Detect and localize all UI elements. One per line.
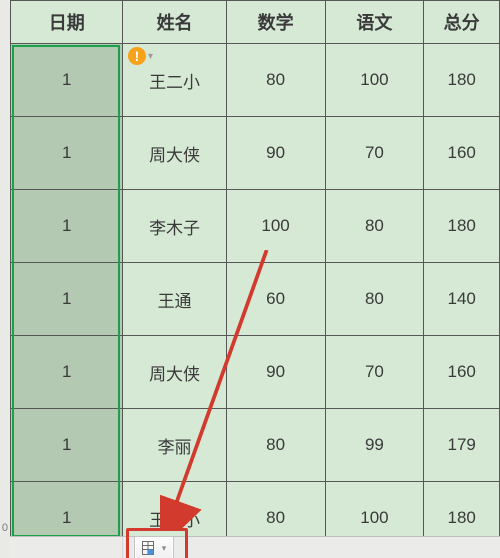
cell-name[interactable]: 李丽 (123, 409, 226, 482)
chevron-down-icon: ▾ (162, 543, 167, 554)
cell-math[interactable]: 100 (226, 190, 325, 263)
cell-name[interactable]: 李木子 (123, 190, 226, 263)
autofill-options-button[interactable]: ▾ (134, 536, 174, 558)
cell-date[interactable]: 1 (11, 190, 123, 263)
cell-date[interactable]: 1 (11, 336, 123, 409)
table-row: 1 李木子 100 80 180 (11, 190, 500, 263)
cell-chinese[interactable]: 70 (325, 336, 424, 409)
cell-total[interactable]: 160 (424, 336, 500, 409)
cell-total[interactable]: 160 (424, 117, 500, 190)
cell-total[interactable]: 140 (424, 263, 500, 336)
table-row: 1 李丽 80 99 179 (11, 409, 500, 482)
cell-date[interactable]: 1 (11, 117, 123, 190)
col-header-total[interactable]: 总分 (424, 1, 500, 44)
cell-name[interactable]: 王通 (123, 263, 226, 336)
col-header-name[interactable]: 姓名 (123, 1, 226, 44)
table-header-row: 日期 姓名 数学 语文 总分 (11, 1, 500, 44)
warning-icon: ! (128, 47, 146, 65)
smart-tag-button[interactable]: ! ▾ (128, 47, 158, 65)
cell-math[interactable]: 80 (226, 409, 325, 482)
cell-math[interactable]: 90 (226, 117, 325, 190)
col-header-chinese[interactable]: 语文 (325, 1, 424, 44)
table-row: 1 王通 60 80 140 (11, 263, 500, 336)
cell-date[interactable]: 1 (11, 409, 123, 482)
autofill-icon (142, 541, 160, 555)
cell-chinese[interactable]: 99 (325, 409, 424, 482)
cell-math[interactable]: 60 (226, 263, 325, 336)
cell-chinese[interactable]: 100 (325, 44, 424, 117)
spreadsheet-table[interactable]: 日期 姓名 数学 语文 总分 1 王二小 80 100 180 1 周大侠 90… (10, 0, 500, 555)
row-marker: 0 (0, 522, 8, 534)
cell-total[interactable]: 179 (424, 409, 500, 482)
chevron-down-icon: ▾ (148, 51, 158, 61)
table-row: 1 周大侠 90 70 160 (11, 117, 500, 190)
table-row: 1 王二小 80 100 180 (11, 44, 500, 117)
cell-date[interactable]: 1 (11, 263, 123, 336)
col-header-date[interactable]: 日期 (11, 1, 123, 44)
cell-chinese[interactable]: 80 (325, 190, 424, 263)
cell-math[interactable]: 90 (226, 336, 325, 409)
cell-chinese[interactable]: 80 (325, 263, 424, 336)
table-row: 1 周大侠 90 70 160 (11, 336, 500, 409)
cell-name[interactable]: 周大侠 (123, 117, 226, 190)
col-header-math[interactable]: 数学 (226, 1, 325, 44)
cell-total[interactable]: 180 (424, 190, 500, 263)
cell-chinese[interactable]: 70 (325, 117, 424, 190)
cell-name[interactable]: 周大侠 (123, 336, 226, 409)
cell-date[interactable]: 1 (11, 44, 123, 117)
cell-math[interactable]: 80 (226, 44, 325, 117)
empty-row[interactable] (10, 536, 500, 558)
cell-total[interactable]: 180 (424, 44, 500, 117)
